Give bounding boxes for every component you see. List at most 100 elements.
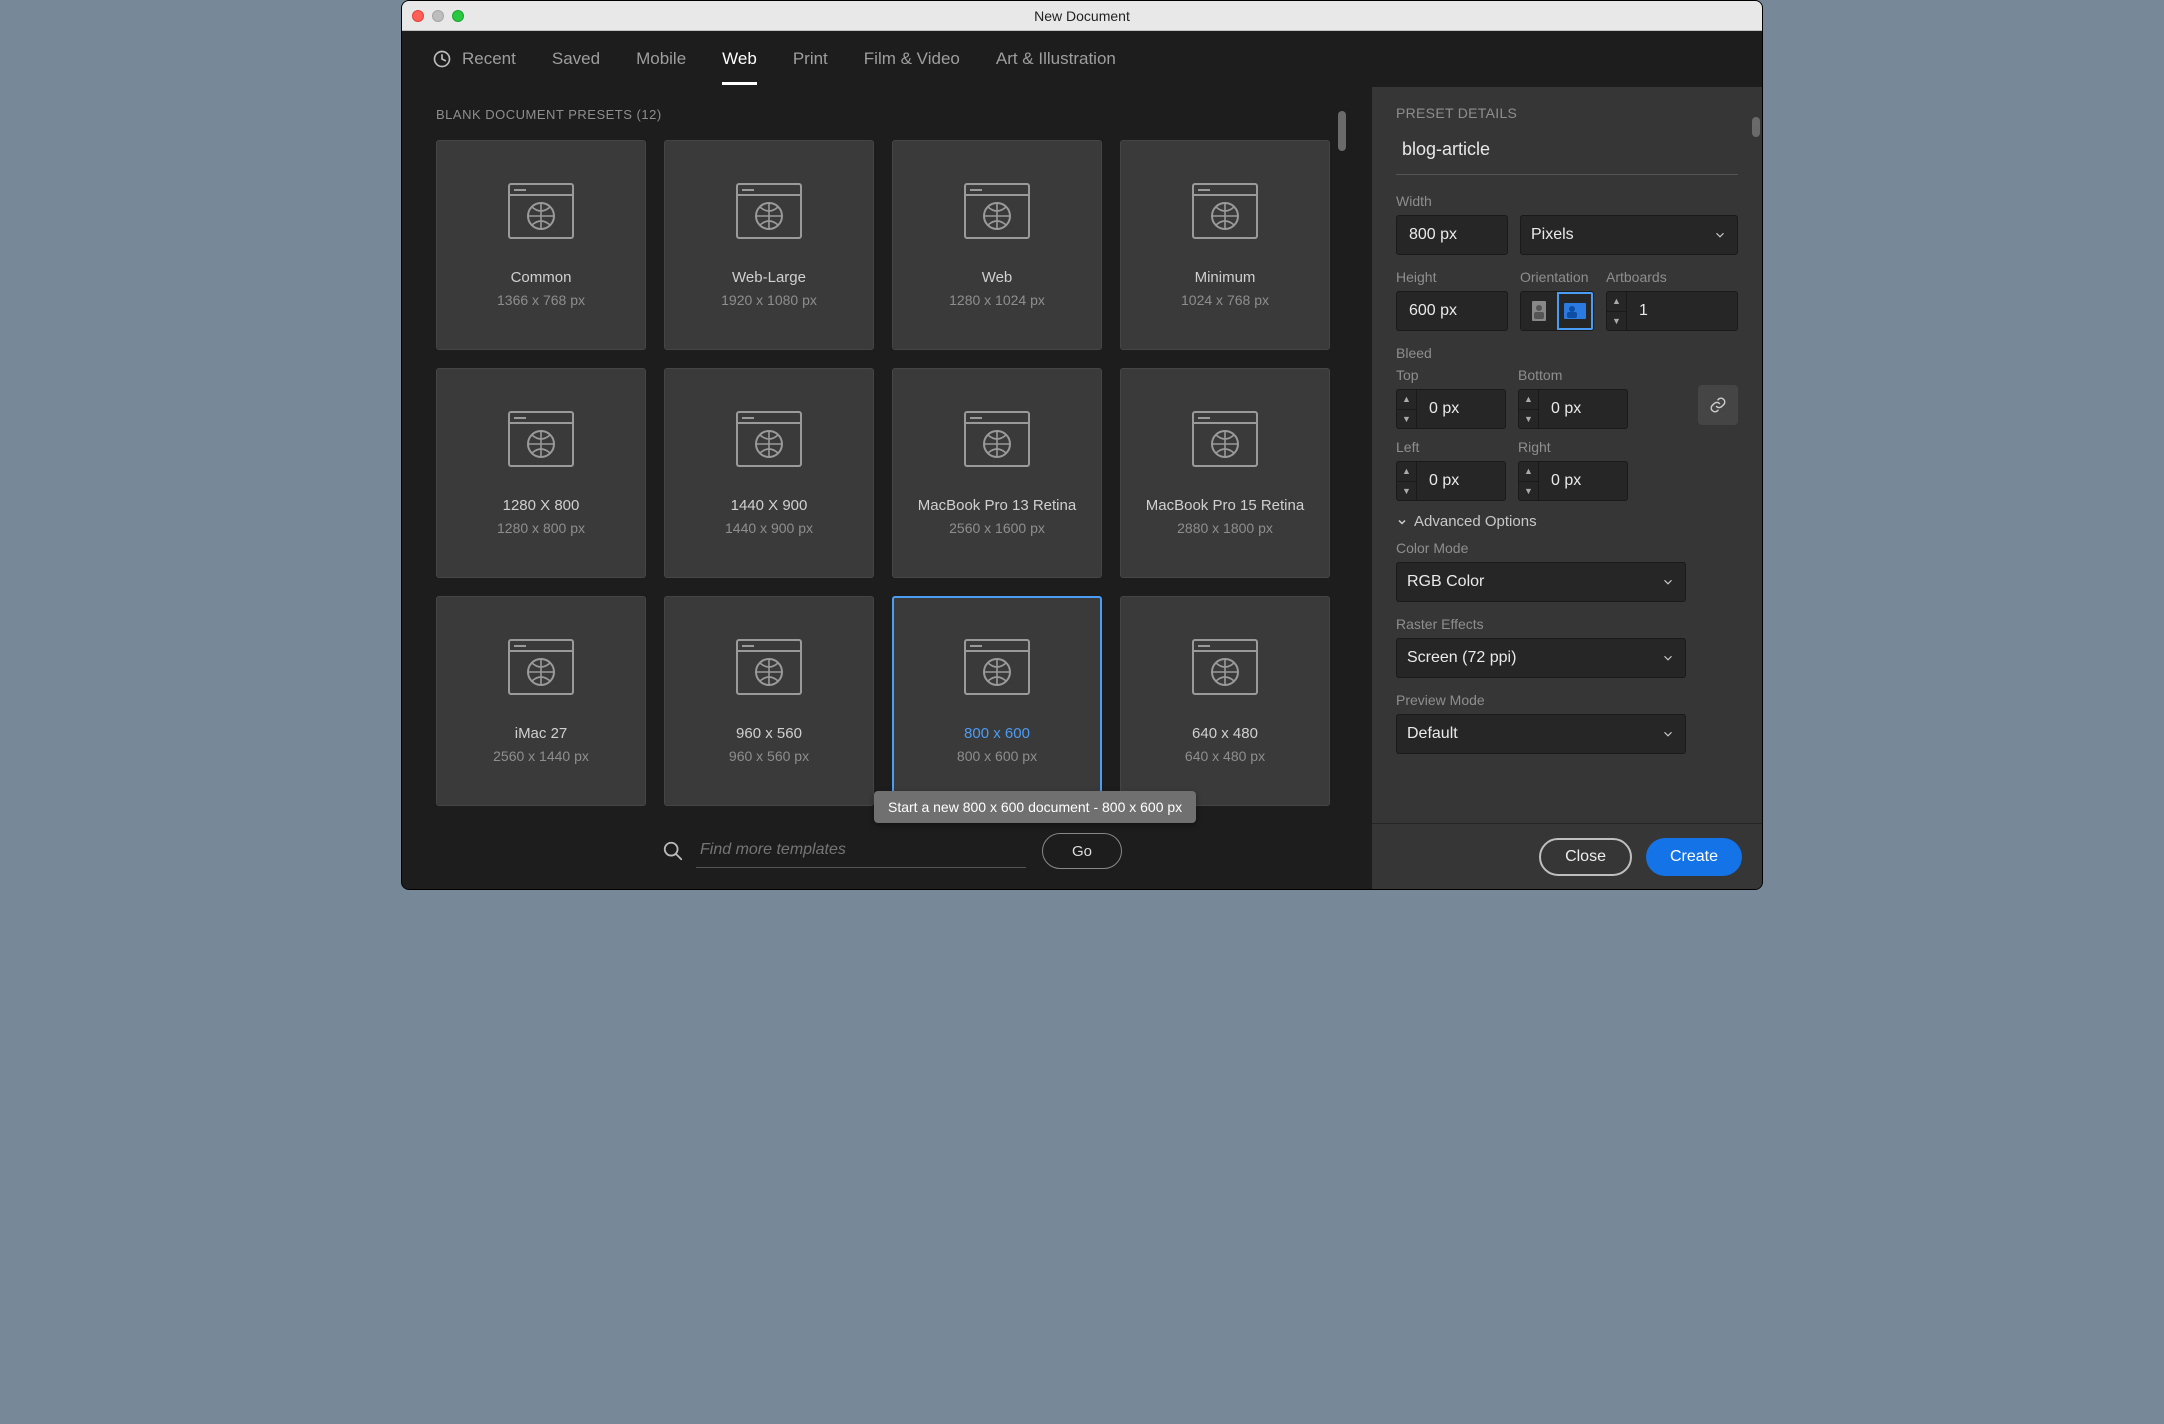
- bleed-top-stepper[interactable]: ▲▼: [1396, 389, 1506, 429]
- template-search-input[interactable]: [696, 835, 1026, 868]
- preview-mode-value: Default: [1407, 725, 1458, 743]
- web-document-icon: [508, 183, 574, 239]
- raster-effects-select[interactable]: Screen (72 ppi): [1396, 638, 1686, 678]
- web-document-icon: [736, 411, 802, 467]
- bleed-top-label: Top: [1396, 367, 1506, 383]
- preset-card[interactable]: Web-Large1920 x 1080 px: [664, 140, 874, 350]
- preset-card-name: 1280 X 800: [503, 497, 580, 514]
- create-button[interactable]: Create: [1646, 838, 1742, 876]
- tab-web[interactable]: Web: [722, 33, 757, 85]
- presets-grid: Common1366 x 768 px Web-Large1920 x 1080…: [436, 140, 1348, 806]
- tab-art-illustration[interactable]: Art & Illustration: [996, 33, 1116, 85]
- bleed-right-stepper[interactable]: ▲▼: [1518, 461, 1628, 501]
- color-mode-select[interactable]: RGB Color: [1396, 562, 1686, 602]
- preset-card[interactable]: Minimum 1024 x 768 px: [1120, 140, 1330, 350]
- preset-card[interactable]: iMac 272560 x 1440 px: [436, 596, 646, 806]
- bleed-right-input[interactable]: [1549, 471, 1617, 491]
- preset-card-dimensions: 2880 x 1800 px: [1177, 520, 1273, 536]
- width-input-field[interactable]: [1407, 225, 1497, 245]
- preset-card[interactable]: 960 x 560960 x 560 px: [664, 596, 874, 806]
- preset-card-name: 960 x 560: [736, 725, 802, 742]
- preset-card-dimensions: 1024 x 768 px: [1181, 292, 1269, 308]
- preset-card[interactable]: Common1366 x 768 px: [436, 140, 646, 350]
- tab-print[interactable]: Print: [793, 33, 828, 85]
- preset-card-dimensions: 2560 x 1600 px: [949, 520, 1045, 536]
- raster-effects-label: Raster Effects: [1396, 616, 1738, 632]
- web-document-icon: [1192, 411, 1258, 467]
- web-document-icon: [964, 639, 1030, 695]
- bleed-bottom-label: Bottom: [1518, 367, 1628, 383]
- presets-count: (12): [637, 107, 662, 122]
- preset-card-name: iMac 27: [515, 725, 568, 742]
- height-input[interactable]: [1396, 291, 1508, 331]
- document-name-input[interactable]: [1396, 139, 1738, 175]
- chevron-down-icon: [1661, 727, 1675, 741]
- bleed-top-down[interactable]: ▼: [1397, 409, 1416, 429]
- chevron-down-icon: [1713, 228, 1727, 242]
- height-input-field[interactable]: [1407, 301, 1497, 321]
- units-value: Pixels: [1531, 226, 1574, 244]
- orientation-landscape-button[interactable]: [1557, 292, 1593, 330]
- preset-card[interactable]: 800 x 600800 x 600 px: [892, 596, 1102, 806]
- tab-mobile[interactable]: Mobile: [636, 33, 686, 85]
- bleed-left-input[interactable]: [1427, 471, 1495, 491]
- raster-effects-value: Screen (72 ppi): [1407, 649, 1516, 667]
- preset-card-name: 640 x 480: [1192, 725, 1258, 742]
- dialog-footer: Close Create: [1372, 823, 1762, 889]
- web-document-icon: [1192, 183, 1258, 239]
- advanced-options-toggle[interactable]: Advanced Options: [1396, 513, 1738, 530]
- bleed-left-stepper[interactable]: ▲▼: [1396, 461, 1506, 501]
- bleed-bottom-up[interactable]: ▲: [1519, 390, 1538, 409]
- width-label: Width: [1396, 193, 1738, 209]
- preset-card-name: Minimum: [1195, 269, 1256, 286]
- bleed-bottom-down[interactable]: ▼: [1519, 409, 1538, 429]
- bleed-right-down[interactable]: ▼: [1519, 481, 1538, 501]
- width-input[interactable]: [1396, 215, 1508, 255]
- web-document-icon: [964, 411, 1030, 467]
- artboards-step-up[interactable]: ▲: [1607, 292, 1626, 311]
- color-mode-value: RGB Color: [1407, 573, 1484, 591]
- panel-scrollbar[interactable]: [1748, 87, 1762, 823]
- orientation-toggle: [1520, 291, 1594, 331]
- close-button[interactable]: Close: [1539, 838, 1632, 876]
- presets-area: BLANK DOCUMENT PRESETS (12) Common1366 x…: [402, 87, 1372, 889]
- bleed-left-up[interactable]: ▲: [1397, 462, 1416, 481]
- tab-recent-label: Recent: [462, 49, 516, 69]
- minimize-window-button[interactable]: [432, 10, 444, 22]
- bleed-bottom-stepper[interactable]: ▲▼: [1518, 389, 1628, 429]
- orientation-portrait-button[interactable]: [1521, 292, 1557, 330]
- preset-card-name: 1440 X 900: [731, 497, 808, 514]
- close-window-button[interactable]: [412, 10, 424, 22]
- bleed-left-down[interactable]: ▼: [1397, 481, 1416, 501]
- preset-card[interactable]: 640 x 480640 x 480 px: [1120, 596, 1330, 806]
- bleed-link-toggle[interactable]: [1698, 385, 1738, 425]
- preset-card[interactable]: Web1280 x 1024 px: [892, 140, 1102, 350]
- preset-card[interactable]: 1440 X 9001440 x 900 px: [664, 368, 874, 578]
- artboards-step-down[interactable]: ▼: [1607, 311, 1626, 331]
- artboards-input-field[interactable]: [1637, 301, 1727, 321]
- preset-card[interactable]: MacBook Pro 13 Retina2560 x 1600 px: [892, 368, 1102, 578]
- preview-mode-select[interactable]: Default: [1396, 714, 1686, 754]
- preset-card[interactable]: MacBook Pro 15 Retina2880 x 1800 px: [1120, 368, 1330, 578]
- main-scrollbar-thumb[interactable]: [1338, 111, 1346, 151]
- bleed-bottom-input[interactable]: [1549, 399, 1617, 419]
- tab-saved[interactable]: Saved: [552, 33, 600, 85]
- bleed-top-input[interactable]: [1427, 399, 1495, 419]
- bleed-left-label: Left: [1396, 439, 1506, 455]
- panel-scrollbar-thumb[interactable]: [1752, 117, 1760, 137]
- preset-card[interactable]: 1280 X 8001280 x 800 px: [436, 368, 646, 578]
- advanced-options-label: Advanced Options: [1414, 513, 1537, 530]
- artboards-label: Artboards: [1606, 269, 1738, 285]
- preset-card-name: Web-Large: [732, 269, 806, 286]
- presets-heading: BLANK DOCUMENT PRESETS (12): [436, 107, 1348, 122]
- units-select[interactable]: Pixels: [1520, 215, 1738, 255]
- chevron-down-icon: [1661, 575, 1675, 589]
- search-go-button[interactable]: Go: [1042, 833, 1122, 869]
- artboards-stepper[interactable]: ▲ ▼: [1606, 291, 1738, 331]
- maximize-window-button[interactable]: [452, 10, 464, 22]
- tab-film-video[interactable]: Film & Video: [864, 33, 960, 85]
- main-scrollbar[interactable]: [1334, 107, 1348, 819]
- bleed-top-up[interactable]: ▲: [1397, 390, 1416, 409]
- tab-recent[interactable]: Recent: [432, 49, 516, 69]
- bleed-right-up[interactable]: ▲: [1519, 462, 1538, 481]
